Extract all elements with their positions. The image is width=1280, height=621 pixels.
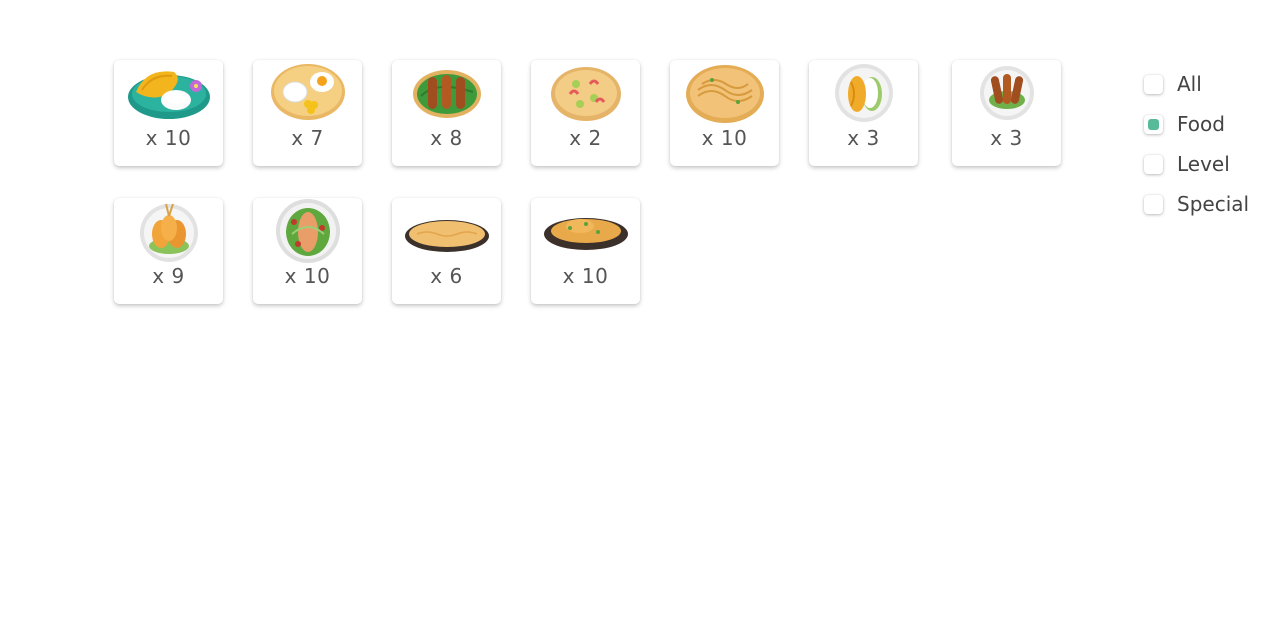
stir-fry-pan-icon [543, 218, 628, 250]
sausage-plate-icon [979, 66, 1034, 120]
rice-with-fried-egg-icon [270, 64, 345, 120]
inventory-item-mango-sticky-rice[interactable]: x 10 [114, 60, 223, 166]
inventory-item-grilled-sausages[interactable]: x 8 [392, 60, 501, 166]
item-quantity: x 7 [291, 126, 324, 150]
filter-special-checkbox[interactable] [1144, 194, 1163, 214]
shrimp-soup-bowl-icon [550, 67, 621, 121]
filter-all-checkbox[interactable] [1144, 74, 1163, 94]
filter-all-label: All [1177, 72, 1202, 96]
item-quantity: x 3 [847, 126, 880, 150]
item-quantity: x 6 [430, 264, 463, 288]
omelette-pan-icon [404, 220, 489, 252]
item-quantity: x 10 [562, 264, 609, 288]
filter-level-label: Level [1177, 152, 1230, 176]
inventory-item-mango-and-rice[interactable]: x 3 [809, 60, 918, 166]
filter-special-label: Special [1177, 192, 1250, 216]
noodle-plate-icon [685, 65, 764, 123]
filter-food-checkbox[interactable] [1144, 114, 1163, 134]
inventory-item-stir-fry-pan[interactable]: x 10 [531, 198, 640, 304]
filter-level[interactable]: Level [1144, 152, 1230, 176]
checked-indicator [1148, 118, 1159, 130]
item-quantity: x 8 [430, 126, 463, 150]
grilled-sausages-on-leaf-icon [412, 70, 481, 118]
filter-special[interactable]: Special [1144, 192, 1249, 216]
inventory-item-fried-dumplings[interactable]: x 9 [114, 198, 223, 304]
filter-food-label: Food [1177, 112, 1225, 136]
inventory-item-sausage-plate[interactable]: x 3 [952, 60, 1061, 166]
item-quantity: x 2 [569, 126, 602, 150]
mango-sticky-rice-icon [127, 71, 210, 119]
inventory-item-rice-with-fried-egg[interactable]: x 7 [253, 60, 362, 166]
inventory-item-noodles[interactable]: x 10 [670, 60, 779, 166]
item-quantity: x 10 [701, 126, 748, 150]
salad-plate-icon [275, 199, 340, 263]
item-quantity: x 9 [152, 264, 185, 288]
item-quantity: x 10 [145, 126, 192, 150]
inventory-screen: x 10 x 7 x 8 x 2 x 10 x 3 x 3 x 9 x 10 x… [0, 0, 1280, 621]
item-quantity: x 10 [284, 264, 331, 288]
inventory-item-shrimp-soup[interactable]: x 2 [531, 60, 640, 166]
filter-level-checkbox[interactable] [1144, 154, 1163, 174]
fried-dumplings-plate-icon [139, 203, 198, 262]
mango-and-rice-plate-icon [834, 64, 893, 122]
item-quantity: x 3 [990, 126, 1023, 150]
filter-food[interactable]: Food [1144, 112, 1225, 136]
inventory-item-salad[interactable]: x 10 [253, 198, 362, 304]
filter-all[interactable]: All [1144, 72, 1202, 96]
inventory-item-omelette-pan[interactable]: x 6 [392, 198, 501, 304]
